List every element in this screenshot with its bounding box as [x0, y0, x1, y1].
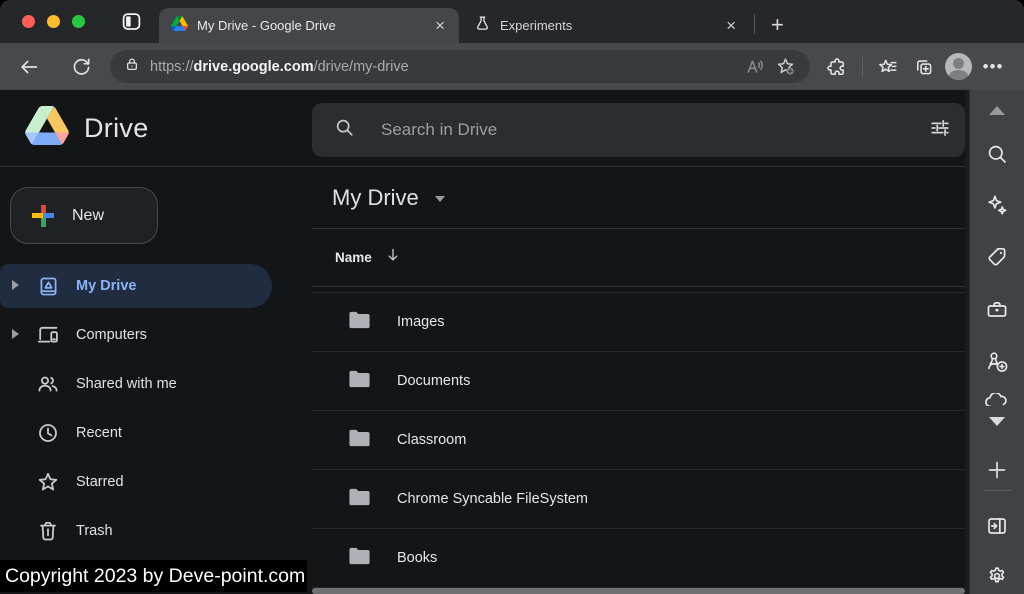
browser-toolbar: https://drive.google.com/drive/my-drive	[0, 43, 1024, 90]
page-content: Drive New My Drive	[0, 90, 1024, 594]
watermark: Copyright 2023 by Deve-point.com	[0, 560, 307, 592]
tab-activity-icon[interactable]	[121, 11, 142, 32]
recent-clock-icon	[36, 421, 60, 445]
cloud-icon[interactable]	[984, 393, 1010, 406]
settings-gear-icon[interactable]	[985, 564, 1010, 589]
add-to-sidebar-icon[interactable]	[985, 458, 1009, 482]
discover-sparkles-icon[interactable]	[985, 193, 1010, 218]
collections-icon[interactable]	[909, 52, 939, 82]
minimize-window-button[interactable]	[47, 15, 60, 28]
profile-avatar[interactable]	[945, 53, 972, 80]
sort-descending-icon[interactable]	[384, 246, 402, 269]
close-window-button[interactable]	[22, 15, 35, 28]
address-bar[interactable]: https://drive.google.com/drive/my-drive	[110, 50, 810, 83]
search-options-icon[interactable]	[929, 117, 951, 144]
tab-title: My Drive - Google Drive	[197, 18, 424, 33]
google-plus-icon	[32, 205, 54, 227]
search-row	[312, 90, 965, 167]
drive-nav: My Drive Computers	[0, 264, 312, 558]
name-column-header[interactable]: Name	[335, 250, 372, 265]
sidebar-item-computers[interactable]: Computers	[0, 313, 312, 357]
folder-icon	[348, 487, 371, 512]
sidebar-item-my-drive[interactable]: My Drive	[0, 264, 272, 308]
horizontal-scrollbar[interactable]	[312, 588, 965, 594]
avatar-body	[949, 70, 968, 80]
starred-icon	[36, 470, 60, 494]
favorites-icon[interactable]	[873, 52, 903, 82]
back-icon[interactable]	[14, 52, 44, 82]
browser-window: My Drive - Google Drive × Experiments × …	[0, 0, 1024, 594]
traffic-lights	[0, 15, 85, 28]
drive-sidebar: Drive New My Drive	[0, 90, 312, 594]
settings-more-icon[interactable]: •••	[978, 52, 1008, 82]
games-icon[interactable]	[984, 349, 1010, 375]
sidebar-item-trash[interactable]: Trash	[0, 509, 312, 553]
extensions-icon[interactable]	[822, 52, 852, 82]
add-favorite-icon[interactable]	[770, 52, 800, 82]
site-lock-icon[interactable]	[124, 56, 140, 77]
shopping-tag-icon[interactable]	[985, 245, 1009, 269]
folder-icon	[348, 369, 371, 394]
search-icon	[334, 117, 355, 143]
tab-close-icon[interactable]: ×	[433, 17, 447, 34]
new-tab-button[interactable]: +	[763, 12, 792, 38]
zoom-window-button[interactable]	[72, 15, 85, 28]
open-in-sidebar-icon[interactable]	[985, 514, 1009, 538]
tools-toolbox-icon[interactable]	[985, 297, 1010, 322]
expand-arrow-icon[interactable]	[12, 329, 19, 339]
google-drive-logo-icon	[25, 106, 69, 150]
my-drive-icon	[36, 274, 60, 298]
sidebar-divider	[984, 490, 1011, 491]
avatar-head	[953, 58, 964, 69]
drive-logo-label: Drive	[84, 113, 149, 144]
sidebar-item-shared-with-me[interactable]: Shared with me	[0, 362, 312, 406]
folder-icon	[348, 546, 371, 571]
sidebar-item-recent[interactable]: Recent	[0, 411, 312, 455]
chevron-down-icon[interactable]	[435, 196, 445, 202]
folder-icon	[348, 310, 371, 335]
collapse-up-icon[interactable]	[989, 106, 1005, 115]
table-row[interactable]: Classroom	[312, 411, 965, 470]
google-drive-favicon-icon	[171, 16, 188, 36]
read-aloud-icon[interactable]	[740, 52, 770, 82]
table-row[interactable]: Images	[312, 293, 965, 352]
beaker-icon	[474, 15, 491, 37]
breadcrumb-row: My Drive	[312, 167, 965, 229]
toolbar-right-icons: •••	[822, 52, 1008, 82]
new-button[interactable]: New	[10, 187, 158, 244]
table-row[interactable]: Documents	[312, 352, 965, 411]
trash-icon	[36, 519, 60, 543]
computers-icon	[36, 323, 60, 347]
sidebar-search-icon[interactable]	[985, 142, 1009, 166]
tab-strip: My Drive - Google Drive × Experiments × …	[0, 0, 1024, 43]
scroll-down-icon[interactable]	[989, 417, 1005, 426]
search-bar[interactable]	[312, 103, 965, 157]
edge-sidebar	[969, 90, 1024, 594]
url-text: https://drive.google.com/drive/my-drive	[150, 59, 740, 75]
expand-arrow-icon[interactable]	[12, 280, 19, 290]
table-row[interactable]: Chrome Syncable FileSystem	[312, 470, 965, 529]
refresh-icon[interactable]	[66, 52, 96, 82]
search-input[interactable]	[381, 120, 929, 140]
sidebar-item-starred[interactable]: Starred	[0, 460, 312, 504]
folder-icon	[348, 428, 371, 453]
tab-separator	[754, 14, 755, 34]
toolbar-separator	[862, 57, 863, 77]
shared-with-me-icon	[36, 372, 60, 396]
page-title[interactable]: My Drive	[332, 185, 419, 211]
drive-logo-row: Drive	[0, 90, 312, 167]
tab-my-drive[interactable]: My Drive - Google Drive ×	[159, 8, 459, 43]
tab-title: Experiments	[500, 18, 715, 33]
drive-main: My Drive Name Images Documents	[312, 90, 965, 594]
tab-experiments[interactable]: Experiments ×	[462, 8, 750, 43]
tab-close-icon[interactable]: ×	[724, 17, 738, 34]
table-row[interactable]: Books	[312, 529, 965, 588]
list-header-row: Name	[312, 229, 965, 287]
